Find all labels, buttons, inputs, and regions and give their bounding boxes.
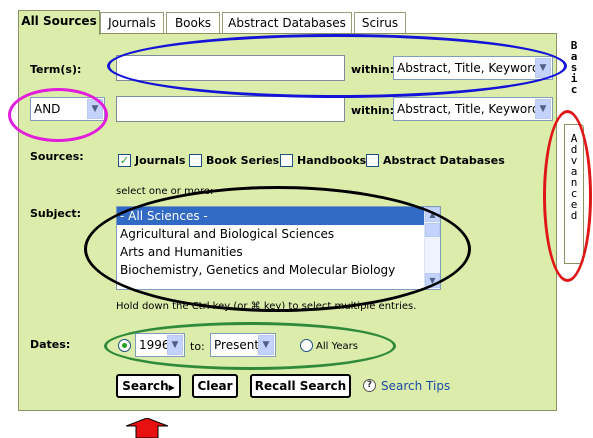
dates-label: Dates:: [30, 338, 71, 351]
chevron-down-icon[interactable]: ▼: [535, 99, 551, 119]
clear-button[interactable]: Clear: [192, 374, 238, 398]
tab-abstract-databases[interactable]: Abstract Databases: [222, 12, 352, 34]
list-item[interactable]: Biochemistry, Genetics and Molecular Bio…: [117, 261, 440, 279]
checkbox-icon[interactable]: [189, 154, 202, 167]
terms-label: Term(s):: [30, 63, 82, 76]
within-select-1[interactable]: Abstract, Title, Keywords ▼: [393, 56, 553, 80]
subject-listbox[interactable]: - All Sciences - Agricultural and Biolog…: [116, 206, 441, 290]
list-item[interactable]: - All Sciences -: [117, 207, 440, 225]
recall-search-button[interactable]: Recall Search: [250, 374, 351, 398]
red-up-arrow-icon: [126, 418, 168, 438]
tab-books[interactable]: Books: [166, 12, 220, 34]
date-from-value: 1996: [139, 338, 170, 352]
tab-scirus[interactable]: Scirus: [354, 12, 406, 34]
date-to-label: to:: [190, 340, 205, 353]
term1-input[interactable]: [116, 55, 345, 81]
operator-select[interactable]: AND ▼: [30, 97, 105, 121]
play-arrow-icon: ▶: [168, 383, 175, 392]
list-item[interactable]: Arts and Humanities: [117, 243, 440, 261]
date-to-value: Present: [214, 338, 260, 352]
term2-input[interactable]: [116, 96, 345, 122]
date-from-select[interactable]: 1996 ▼: [135, 333, 185, 357]
within-select-2-value: Abstract, Title, Keywords: [397, 102, 546, 116]
tab-all-sources[interactable]: All Sources: [18, 10, 100, 35]
tab-journals[interactable]: Journals: [100, 12, 164, 34]
subject-label: Subject:: [30, 207, 82, 220]
radio-date-range[interactable]: [118, 339, 131, 352]
checkbox-checked-icon[interactable]: ✓: [118, 154, 131, 167]
within-label-1: within:: [351, 63, 395, 76]
date-to-select[interactable]: Present ▼: [210, 333, 276, 357]
search-tips-link[interactable]: Search Tips: [381, 379, 450, 393]
source-label-abstract-databases: Abstract Databases: [383, 154, 505, 167]
help-icon[interactable]: ?: [363, 379, 376, 392]
search-button[interactable]: Search▶: [116, 374, 181, 398]
search-button-label: Search: [122, 379, 169, 393]
ctrl-hint: Hold down the Ctrl key (or ⌘ key) to sel…: [116, 301, 417, 312]
checkbox-icon[interactable]: [366, 154, 379, 167]
chevron-down-icon[interactable]: ▼: [87, 99, 103, 119]
tab-advanced[interactable]: Advanced: [564, 124, 584, 264]
chevron-up-icon[interactable]: ▲: [425, 207, 440, 222]
subject-hint: select one or more:: [116, 186, 214, 197]
within-select-2[interactable]: Abstract, Title, Keywords ▼: [393, 97, 553, 121]
chevron-down-icon[interactable]: ▼: [167, 335, 183, 355]
source-label-handbooks: Handbooks: [297, 154, 367, 167]
sources-label: Sources:: [30, 150, 84, 163]
subject-scrollbar[interactable]: ▲ ▼: [424, 207, 440, 289]
within-label-2: within:: [351, 104, 395, 117]
checkbox-icon[interactable]: [280, 154, 293, 167]
radio-selected-icon: [122, 343, 127, 348]
tab-basic[interactable]: Basic: [566, 40, 582, 98]
basic-tab-label: Basic: [570, 39, 578, 96]
chevron-down-icon[interactable]: ▼: [258, 335, 274, 355]
advanced-tab-label: Advanced: [570, 132, 578, 222]
source-label-book-series: Book Series: [206, 154, 280, 167]
list-item[interactable]: Agricultural and Biological Sciences: [117, 225, 440, 243]
radio-all-years[interactable]: [300, 339, 313, 352]
chevron-down-icon[interactable]: ▼: [425, 273, 440, 288]
scrollbar-thumb[interactable]: [425, 223, 440, 237]
chevron-down-icon[interactable]: ▼: [535, 58, 551, 78]
operator-select-value: AND: [34, 102, 61, 116]
source-label-journals: Journals: [135, 154, 186, 167]
all-years-label: All Years: [316, 341, 358, 352]
within-select-1-value: Abstract, Title, Keywords: [397, 61, 546, 75]
